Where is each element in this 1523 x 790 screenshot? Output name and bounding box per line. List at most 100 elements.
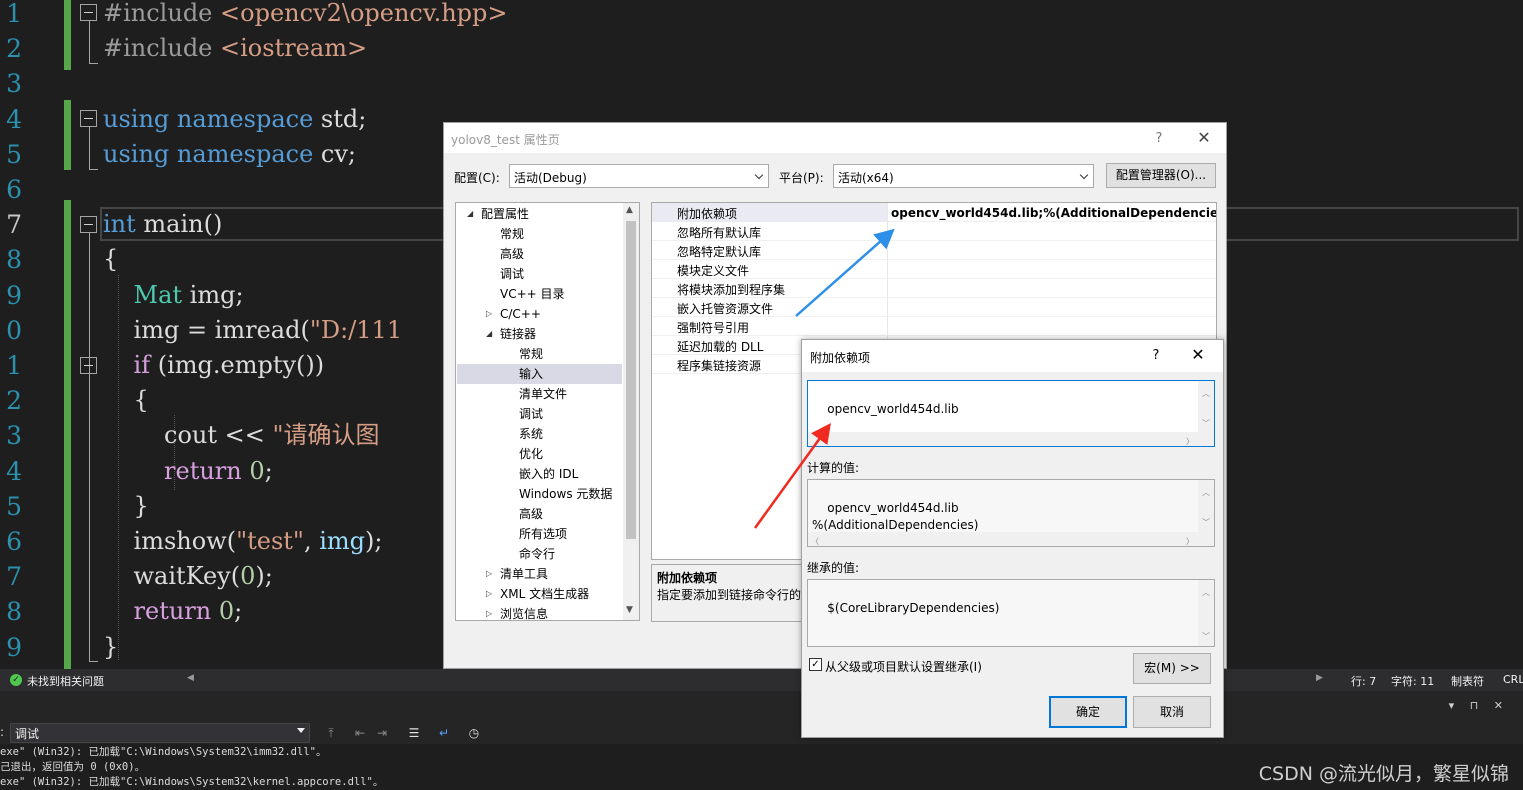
tree-item[interactable]: ▷ XML 文档生成器: [457, 584, 622, 604]
timestamp-clock-icon[interactable]: ◷: [466, 725, 482, 741]
computed-hscrollbar[interactable]: 〈 〉: [808, 532, 1214, 546]
code-line[interactable]: using namespace cv;: [103, 137, 356, 172]
line-indicator[interactable]: 行: 7: [1351, 673, 1376, 689]
code-line[interactable]: using namespace std;: [103, 102, 366, 137]
clear-all-icon[interactable]: ☰: [406, 725, 422, 741]
property-value[interactable]: opencv_world454d.lib;%(AdditionalDepende…: [891, 206, 1216, 220]
code-line[interactable]: return 0;: [103, 594, 243, 629]
scroll-right-icon[interactable]: 〉: [1186, 433, 1194, 446]
tree-item[interactable]: ▷ 浏览信息: [457, 604, 622, 620]
dialog-titlebar[interactable]: yolov8_test 属性页 ? ✕: [444, 123, 1226, 153]
char-indicator[interactable]: 字符: 11: [1391, 673, 1434, 689]
tree-scrollbar[interactable]: ▲ ▼: [623, 203, 639, 620]
tree-item[interactable]: ▷ 清单工具: [457, 564, 622, 584]
property-row[interactable]: 附加依赖项 opencv_world454d.lib;%(AdditionalDe…: [652, 203, 1216, 222]
collapse-toggle[interactable]: [80, 110, 97, 127]
property-row[interactable]: 强制符号引用: [652, 317, 1216, 336]
configuration-select[interactable]: 活动(Debug): [509, 164, 769, 188]
scroll-left-icon[interactable]: 〈: [811, 533, 819, 546]
scroll-down-icon[interactable]: ﹀: [1202, 514, 1210, 531]
macros-button[interactable]: 宏(M) >>: [1133, 653, 1211, 684]
tree-item[interactable]: 常规: [457, 224, 622, 244]
property-row[interactable]: 模块定义文件: [652, 260, 1216, 279]
close-button[interactable]: ✕: [1188, 345, 1208, 365]
code-line[interactable]: cout << "请确认图: [103, 418, 380, 453]
code-line[interactable]: img = imread("D:/111: [103, 313, 403, 348]
issues-status[interactable]: 未找到相关问题: [27, 673, 104, 689]
code-line[interactable]: imshow("test", img);: [103, 524, 383, 559]
tree-item[interactable]: 高级: [457, 504, 622, 524]
tree-item[interactable]: 所有选项: [457, 524, 622, 544]
scroll-down-icon[interactable]: ▼: [626, 605, 633, 615]
tree-item[interactable]: 输入: [457, 364, 622, 384]
code-line[interactable]: int main(): [103, 207, 222, 242]
code-line[interactable]: {: [103, 383, 149, 418]
tree-item[interactable]: 命令行: [457, 544, 622, 564]
dialog-titlebar[interactable]: 附加依赖项 ? ✕: [802, 340, 1223, 372]
property-row[interactable]: 将模块添加到程序集: [652, 279, 1216, 298]
computed-values-box[interactable]: opencv_world454d.lib %(AdditionalDepende…: [807, 479, 1215, 547]
code-line[interactable]: }: [103, 630, 118, 665]
code-line[interactable]: return 0;: [103, 454, 273, 489]
code-line[interactable]: #include <opencv2\opencv.hpp>: [103, 0, 508, 31]
code-line[interactable]: waitKey(0);: [103, 559, 273, 594]
tree-item[interactable]: 清单文件: [457, 384, 622, 404]
expand-arrow-icon[interactable]: ▷: [486, 564, 492, 584]
scroll-down-icon[interactable]: ﹀: [1202, 628, 1210, 645]
scroll-left-icon[interactable]: ◀: [187, 673, 194, 683]
inherited-scrollbar[interactable]: ︿ ﹀: [1198, 580, 1214, 646]
tabs-indicator[interactable]: 制表符: [1451, 673, 1484, 689]
eol-indicator[interactable]: CRL: [1503, 673, 1523, 686]
code-line[interactable]: #include <iostream>: [103, 31, 367, 66]
tree-item[interactable]: 常规: [457, 344, 622, 364]
collapse-arrow-icon[interactable]: ◢: [486, 324, 492, 344]
scroll-up-icon[interactable]: ︿: [1202, 584, 1210, 601]
property-row[interactable]: 忽略特定默认库: [652, 241, 1216, 260]
expand-arrow-icon[interactable]: ▷: [486, 604, 492, 620]
expand-arrow-icon[interactable]: ▷: [486, 584, 492, 604]
close-button[interactable]: ✕: [1194, 128, 1214, 148]
cancel-button[interactable]: 取消: [1133, 696, 1211, 728]
tree-item[interactable]: 调试: [457, 264, 622, 284]
code-line[interactable]: Mat img;: [103, 278, 244, 313]
collapse-arrow-icon[interactable]: ◢: [467, 204, 473, 224]
inherit-checkbox-label[interactable]: 从父级或项目默认设置继承(I): [825, 658, 982, 675]
tree-item[interactable]: 优化: [457, 444, 622, 464]
tree-item[interactable]: 高级: [457, 244, 622, 264]
ok-button[interactable]: 确定: [1049, 696, 1127, 728]
platform-select[interactable]: 活动(x64): [833, 164, 1094, 188]
scroll-up-icon[interactable]: ︿: [1202, 385, 1210, 402]
configuration-manager-button[interactable]: 配置管理器(O)...: [1106, 163, 1216, 188]
scroll-right-icon[interactable]: ▶: [1316, 673, 1323, 683]
tree-item[interactable]: ◢ 配置属性: [457, 204, 622, 224]
tree-item[interactable]: ▷ C/C++: [457, 304, 622, 324]
input-hscrollbar[interactable]: 〉: [808, 432, 1214, 446]
scrollbar-thumb[interactable]: [626, 221, 636, 539]
collapse-toggle[interactable]: [80, 4, 97, 21]
goto-next-icon[interactable]: ⇤: [352, 725, 368, 741]
code-line[interactable]: {: [103, 242, 118, 277]
tree-item[interactable]: Windows 元数据: [457, 484, 622, 504]
tree-item[interactable]: 嵌入的 IDL: [457, 464, 622, 484]
property-tree[interactable]: ◢ 配置属性 常规 高级 调试 VC++ 目录 ▷ C/C++ ◢ 链接器 常规 输入 清单文件 调试 系统…: [455, 202, 640, 621]
goto-previous-icon[interactable]: ⤒: [323, 725, 339, 741]
scroll-up-icon[interactable]: ︿: [1202, 484, 1210, 501]
panel-pin-icon[interactable]: ▾ ⊓ ✕: [1449, 699, 1509, 712]
scroll-up-icon[interactable]: ▲: [626, 205, 633, 215]
find-next-icon[interactable]: ⇥: [374, 725, 390, 741]
tree-item[interactable]: 系统: [457, 424, 622, 444]
word-wrap-icon[interactable]: ↵: [436, 725, 452, 741]
code-line[interactable]: if (img.empty()): [103, 348, 325, 383]
expand-arrow-icon[interactable]: ▷: [486, 304, 492, 324]
tree-item[interactable]: 调试: [457, 404, 622, 424]
scroll-right-icon[interactable]: 〉: [1186, 533, 1194, 546]
inherit-checkbox[interactable]: ✓: [809, 658, 822, 671]
scroll-down-icon[interactable]: ﹀: [1202, 415, 1210, 432]
collapse-toggle[interactable]: [80, 216, 97, 233]
property-row[interactable]: 忽略所有默认库: [652, 222, 1216, 241]
code-line[interactable]: }: [103, 489, 149, 524]
help-button[interactable]: ?: [1146, 346, 1166, 366]
output-source-select[interactable]: 调试: [10, 723, 310, 743]
tree-item[interactable]: VC++ 目录: [457, 284, 622, 304]
dependencies-input[interactable]: opencv_world454d.lib ︿ ﹀ 〉: [807, 380, 1215, 447]
